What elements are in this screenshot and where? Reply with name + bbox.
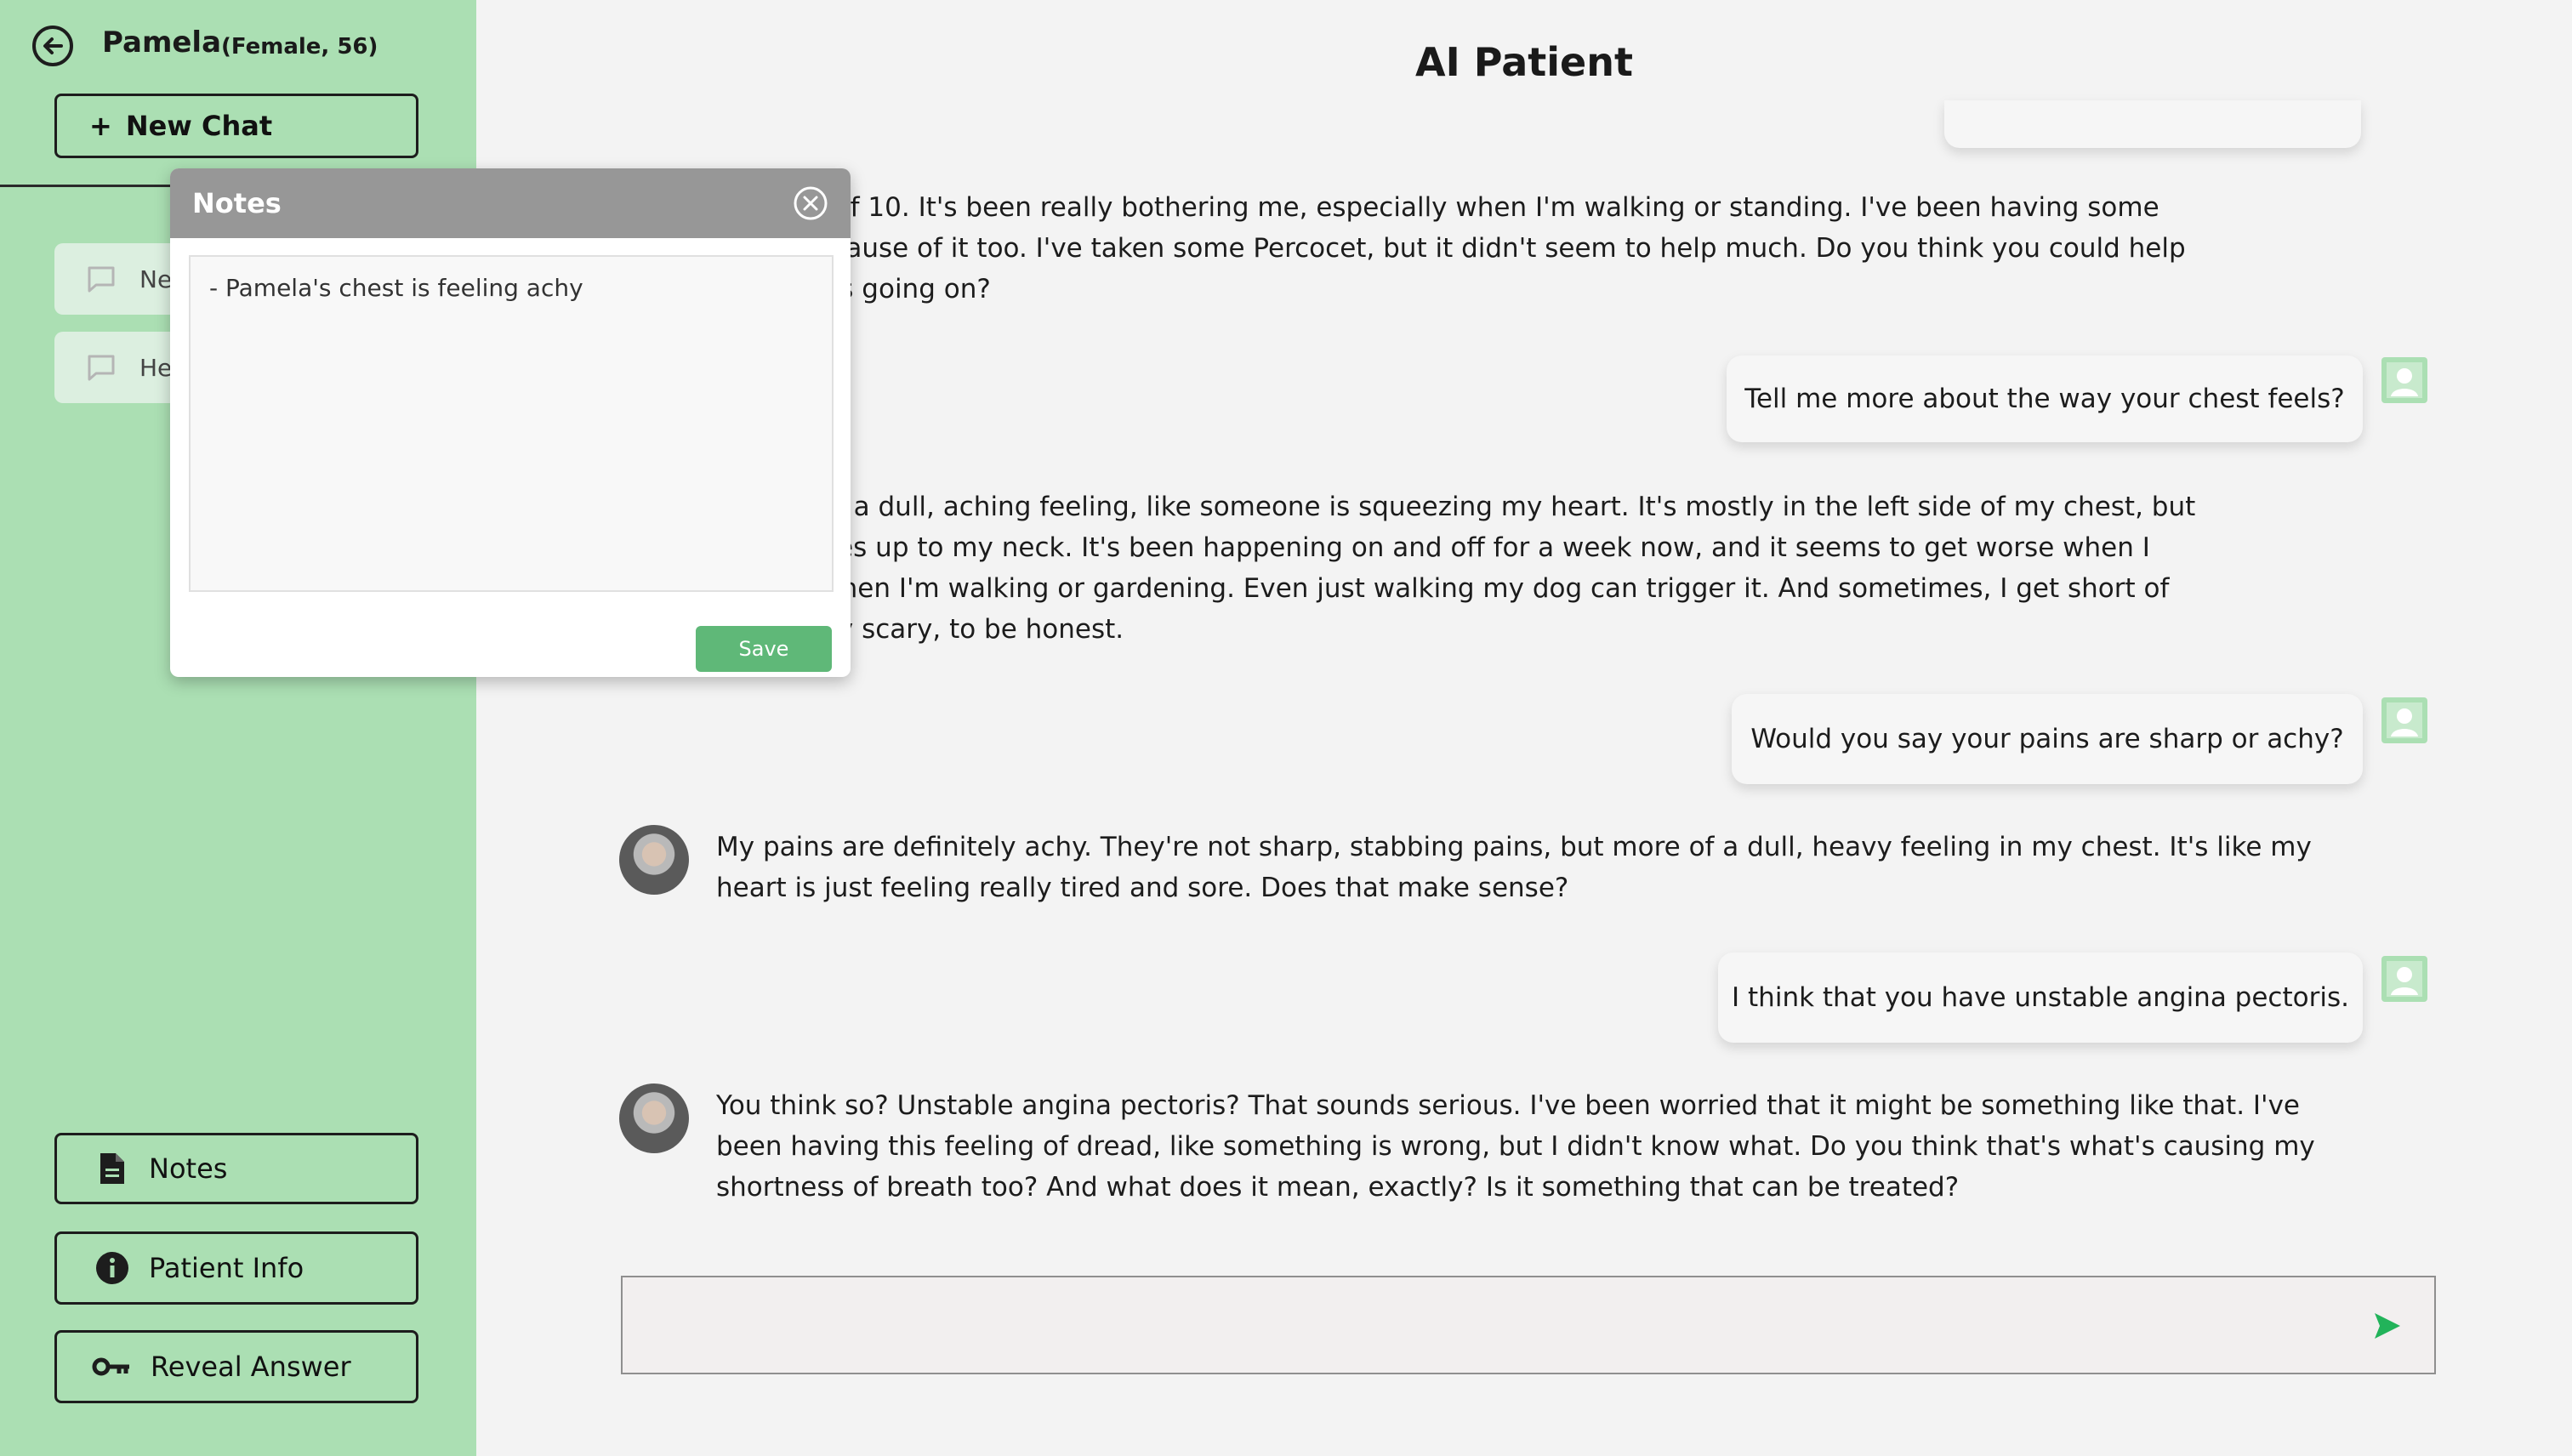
- key-icon: [91, 1349, 132, 1385]
- message-line: My pains are definitely achy. They're no…: [716, 832, 2312, 862]
- patient-avatar: [619, 1083, 689, 1153]
- patient-name: Pamela: [102, 26, 222, 60]
- notes-textarea[interactable]: - Pamela's chest is feeling achy: [189, 255, 834, 592]
- message-line: shortness of breath too? And what does i…: [716, 1172, 1960, 1203]
- patient-info-button[interactable]: Patient Info: [54, 1231, 418, 1305]
- user-message-text: Tell me more about the way your chest fe…: [1744, 384, 2345, 414]
- new-chat-label: New Chat: [125, 110, 273, 142]
- notes-popup: Notes - Pamela's chest is feeling achy S…: [170, 168, 851, 677]
- info-icon: [94, 1250, 130, 1286]
- notes-button-label: Notes: [149, 1152, 228, 1185]
- notes-title: Notes: [192, 187, 282, 219]
- patient-message: pain... it's a dull, aching feeling, lik…: [716, 486, 2332, 650]
- chat-history-label: He: [139, 353, 173, 382]
- patient-avatar: [619, 825, 689, 895]
- close-icon[interactable]: [791, 184, 830, 223]
- page-title: AI Patient: [1415, 39, 1633, 85]
- user-message-bubble: Would you say your pains are sharp or ac…: [1732, 694, 2363, 784]
- chat-bubble-icon: [88, 355, 115, 381]
- reveal-answer-button[interactable]: Reveal Answer: [54, 1330, 418, 1403]
- chat-input[interactable]: [621, 1276, 2436, 1374]
- message-line: elf, like when I'm walking or gardening.…: [716, 573, 2170, 604]
- user-message-text: I think that you have unstable angina pe…: [1732, 982, 2349, 1013]
- send-arrow-icon[interactable]: [2371, 1310, 2404, 1342]
- document-icon: [94, 1151, 130, 1186]
- user-message-bubble: Tell me more about the way your chest fe…: [1727, 355, 2363, 442]
- sidebar-divider: [0, 185, 170, 187]
- message-line: heart is just feeling really tired and s…: [716, 873, 1569, 903]
- message-line: out what's going on?: [716, 274, 991, 304]
- message-line: . It's really scary, to be honest.: [716, 614, 1124, 645]
- plus-icon: +: [89, 110, 112, 142]
- save-button-label: Save: [738, 637, 789, 661]
- message-line: You think so? Unstable angina pectoris? …: [716, 1090, 2300, 1121]
- user-avatar-icon: [2381, 956, 2427, 1002]
- user-avatar-icon: [2381, 697, 2427, 743]
- notes-content: - Pamela's chest is feeling achy: [209, 274, 583, 302]
- patient-message: an 8 out of 10. It's been really botheri…: [716, 187, 2332, 310]
- message-line: an 8 out of 10. It's been really botheri…: [716, 192, 2159, 223]
- back-arrow-icon[interactable]: [31, 24, 75, 68]
- chat-history-label: Ne: [139, 264, 173, 293]
- notes-header: Notes: [170, 168, 851, 238]
- notes-button[interactable]: Notes: [54, 1133, 418, 1204]
- message-line: eping because of it too. I've taken some…: [716, 233, 2186, 264]
- patient-message: My pains are definitely achy. They're no…: [716, 827, 2332, 908]
- chat-bubble-icon: [88, 266, 115, 293]
- reveal-answer-label: Reveal Answer: [151, 1351, 351, 1383]
- new-chat-button[interactable]: + New Chat: [54, 94, 418, 158]
- user-message-text: Would you say your pains are sharp or ac…: [1750, 724, 2344, 754]
- user-message-bubble: I think that you have unstable angina pe…: [1718, 953, 2363, 1043]
- patient-info-label: Patient Info: [149, 1252, 304, 1284]
- user-avatar-icon: [2381, 357, 2427, 403]
- patient-message: You think so? Unstable angina pectoris? …: [716, 1085, 2332, 1208]
- patient-demographics: (Female, 56): [221, 34, 378, 60]
- message-line: been having this feeling of dread, like …: [716, 1131, 2315, 1162]
- user-message-bubble: [1944, 100, 2361, 148]
- save-button[interactable]: Save: [696, 626, 832, 672]
- message-line: pain... it's a dull, aching feeling, lik…: [716, 492, 2196, 522]
- message-line: ; it radiates up to my neck. It's been h…: [716, 532, 2150, 563]
